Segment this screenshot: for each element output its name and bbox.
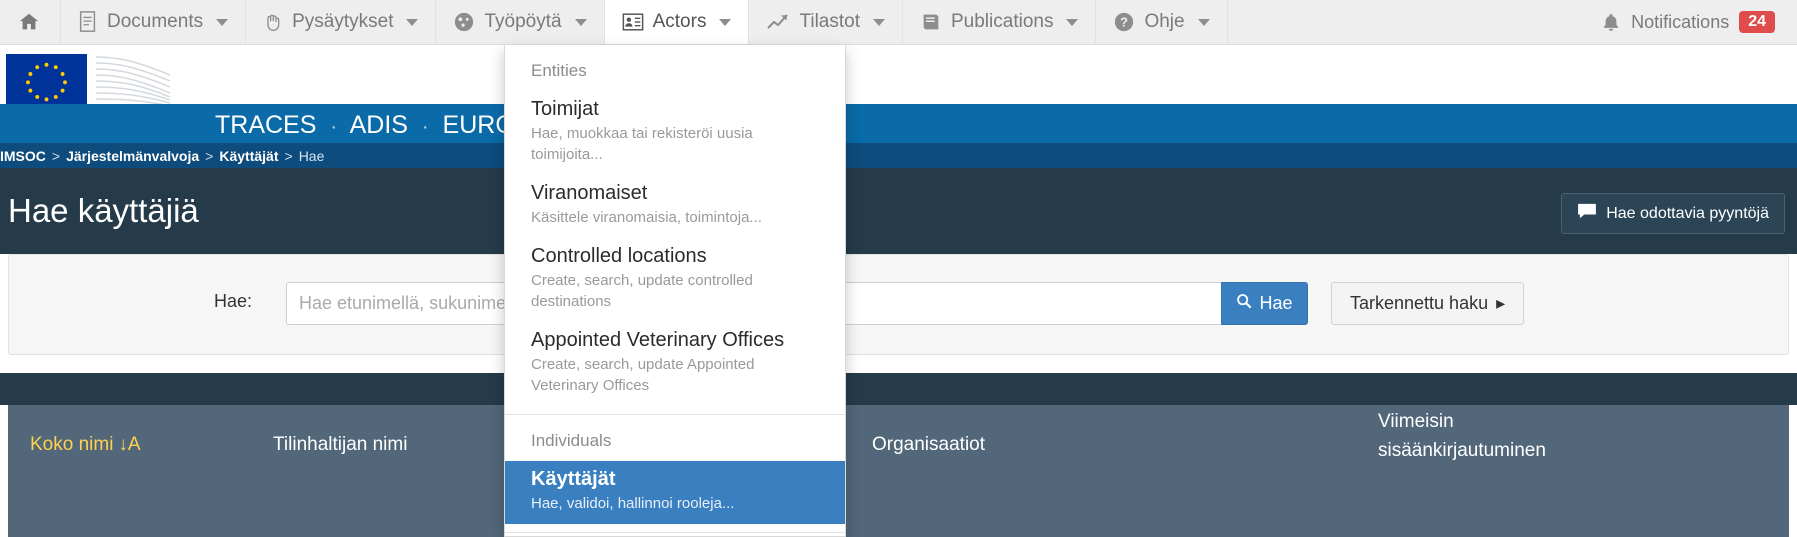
- nav-item-label: Documents: [107, 11, 203, 33]
- breadcrumb-separator: >: [285, 148, 293, 164]
- column-header-viimeisin-sisaankirjautuminen[interactable]: Viimeisin sisäänkirjautuminen: [1378, 407, 1546, 465]
- chevron-down-icon: [1066, 19, 1078, 26]
- system-link-traces[interactable]: TRACES: [215, 111, 316, 139]
- ec-wave-graphic: [96, 53, 170, 111]
- nav-item-label: Tilastot: [799, 11, 860, 33]
- comment-icon: [1577, 203, 1597, 224]
- search-label: Hae:: [214, 291, 252, 312]
- breadcrumb-item-imsoc[interactable]: IMSOC: [0, 148, 46, 164]
- column-header-label-line1: Viimeisin: [1378, 407, 1546, 436]
- chevron-down-icon: [406, 19, 418, 26]
- dropdown-section-individuals: Individuals: [505, 415, 845, 461]
- chevron-down-icon: [1198, 19, 1210, 26]
- results-table-header: Koko nimi ↓A Tilinhaltijan nimi Organisa…: [8, 405, 1789, 537]
- top-navigation-bar: Documents Pysäytykset Työpöytä Actors Ti…: [0, 0, 1797, 45]
- dropdown-item-controlled-locations[interactable]: Controlled locations Create, search, upd…: [505, 238, 845, 322]
- dropdown-item-title: Viranomaiset: [531, 180, 819, 207]
- dropdown-item-description: Create, search, update Appointed Veterin…: [531, 354, 819, 396]
- chevron-right-icon: ▸: [1496, 293, 1505, 314]
- dropdown-item-kayttajat[interactable]: Käyttäjät Hae, validoi, hallinnoi roolej…: [505, 461, 845, 524]
- search-icon: [1236, 293, 1252, 314]
- dropdown-item-appointed-veterinary-offices[interactable]: Appointed Veterinary Offices Create, sea…: [505, 322, 845, 406]
- pending-requests-button[interactable]: Hae odottavia pyyntöjä: [1561, 193, 1785, 234]
- advanced-search-label: Tarkennettu haku: [1350, 293, 1488, 314]
- dropdown-item-title: Appointed Veterinary Offices: [531, 327, 819, 354]
- nav-item-home[interactable]: [0, 0, 61, 44]
- svg-text:?: ?: [1121, 15, 1129, 30]
- document-icon: [78, 11, 98, 33]
- nav-item-label: Actors: [653, 11, 707, 33]
- nav-item-ohje[interactable]: ? Ohje: [1096, 0, 1227, 44]
- column-header-tilinhaltijan-nimi[interactable]: Tilinhaltijan nimi: [273, 434, 407, 456]
- search-button-label: Hae: [1259, 293, 1292, 314]
- home-icon: [18, 11, 40, 33]
- column-header-label: Koko nimi: [30, 434, 113, 456]
- breadcrumb: IMSOC > Järjestelmänvalvoja > Käyttäjät …: [0, 143, 1797, 168]
- book-icon: [920, 12, 942, 32]
- advanced-search-button[interactable]: Tarkennettu haku ▸: [1331, 282, 1524, 325]
- nav-item-tilastot[interactable]: Tilastot: [749, 0, 903, 44]
- nav-spacer: [1228, 0, 1592, 44]
- nav-item-label: Ohje: [1144, 11, 1184, 33]
- table-top-spacer: [0, 373, 1797, 405]
- nav-item-tyopoyta[interactable]: Työpöytä: [436, 0, 604, 44]
- notifications-label: Notifications: [1631, 12, 1729, 33]
- chart-line-icon: [766, 12, 790, 32]
- nav-item-documents[interactable]: Documents: [61, 0, 246, 44]
- nav-item-label: Pysäytykset: [292, 11, 393, 33]
- chevron-down-icon: [575, 19, 587, 26]
- breadcrumb-separator: >: [52, 148, 60, 164]
- breadcrumb-item-kayttajat[interactable]: Käyttäjät: [219, 148, 278, 164]
- dashboard-icon: [453, 11, 475, 33]
- system-link-adis[interactable]: ADIS: [350, 111, 408, 139]
- dropdown-item-toimijat[interactable]: Toimijat Hae, muokkaa tai rekisteröi uus…: [505, 91, 845, 175]
- dropdown-item-title: Controlled locations: [531, 243, 819, 270]
- actors-dropdown-menu: Entities Toimijat Hae, muokkaa tai rekis…: [504, 45, 846, 537]
- notifications-badge: 24: [1739, 11, 1775, 33]
- chevron-down-icon: [216, 19, 228, 26]
- system-separator: ·: [422, 116, 429, 138]
- system-separator: ·: [330, 116, 337, 138]
- breadcrumb-item-jarjestelmanvalvoja[interactable]: Järjestelmänvalvoja: [66, 148, 199, 164]
- dropdown-item-title: Käyttäjät: [531, 466, 819, 493]
- breadcrumb-separator: >: [205, 148, 213, 164]
- dropdown-section-entities: Entities: [505, 45, 845, 91]
- nav-item-pysaytykset[interactable]: Pysäytykset: [246, 0, 436, 44]
- dropdown-item-viranomaiset[interactable]: Viranomaiset Käsittele viranomaisia, toi…: [505, 175, 845, 238]
- pending-requests-label: Hae odottavia pyyntöjä: [1606, 205, 1769, 223]
- nav-item-label: Työpöytä: [484, 11, 561, 33]
- nav-item-actors[interactable]: Actors: [605, 0, 750, 44]
- chevron-down-icon: [719, 19, 731, 26]
- dropdown-item-description: Create, search, update controlled destin…: [531, 270, 819, 312]
- nav-item-label: Publications: [951, 11, 1053, 33]
- hand-icon: [263, 11, 283, 33]
- dropdown-item-description: Hae, muokkaa tai rekisteröi uusia toimij…: [531, 123, 819, 165]
- column-header-koko-nimi[interactable]: Koko nimi ↓A: [30, 434, 141, 456]
- breadcrumb-item-hae: Hae: [299, 148, 325, 164]
- search-panel: Hae: Hae Tarkennettu haku ▸: [8, 254, 1789, 355]
- page-title: Hae käyttäjiä: [8, 192, 199, 230]
- dropdown-section-other: Oth: [505, 533, 845, 537]
- search-button[interactable]: Hae: [1221, 282, 1308, 325]
- system-bar: TRACES · ADIS · EUROPHYT: [0, 104, 1797, 143]
- sort-descending-icon: ↓A: [118, 434, 140, 456]
- nav-item-publications[interactable]: Publications: [903, 0, 1096, 44]
- eu-stars: [6, 54, 87, 109]
- eu-flag-logo: [5, 53, 88, 109]
- dropdown-item-description: Käsittele viranomaisia, toimintoja...: [531, 207, 819, 228]
- dropdown-item-description: Hae, validoi, hallinnoi rooleja...: [531, 493, 819, 514]
- column-header-organisaatiot[interactable]: Organisaatiot: [872, 434, 985, 456]
- page-title-band: Hae käyttäjiä Hae odottavia pyyntöjä: [0, 168, 1797, 254]
- bell-icon: [1601, 11, 1621, 33]
- dropdown-item-title: Toimijat: [531, 96, 819, 123]
- column-header-label-line2: sisäänkirjautuminen: [1378, 436, 1546, 465]
- notifications-button[interactable]: Notifications 24: [1591, 0, 1797, 44]
- chevron-down-icon: [873, 19, 885, 26]
- help-circle-icon: ?: [1113, 11, 1135, 33]
- id-card-icon: [622, 12, 644, 32]
